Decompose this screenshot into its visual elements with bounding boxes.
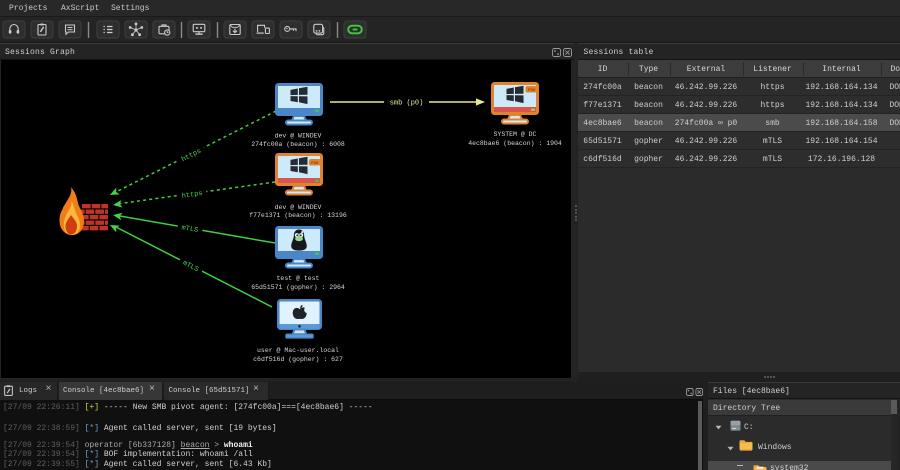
svg-text:user @ Mac-user.local: user @ Mac-user.local (257, 347, 339, 354)
svg-text:274fc00a (beacon) : 6008: 274fc00a (beacon) : 6008 (251, 141, 345, 148)
svg-text:test @ test: test @ test (277, 275, 320, 282)
svg-text:dev @ WINDEV: dev @ WINDEV (275, 132, 322, 139)
svg-text:4ec8bae6 (beacon) : 1904: 4ec8bae6 (beacon) : 1904 (468, 140, 562, 147)
svg-text:smb (p0): smb (p0) (390, 100, 424, 108)
svg-text:65d51571 (gopher) : 2964: 65d51571 (gopher) : 2964 (251, 284, 345, 291)
svg-text:P30: P30 (528, 89, 536, 93)
svg-text:dev @ WINDEV: dev @ WINDEV (275, 204, 322, 211)
svg-text:SYSTEM @ DC: SYSTEM @ DC (494, 131, 537, 138)
svg-text:f77e1371 (beacon) : 13196: f77e1371 (beacon) : 13196 (249, 212, 347, 219)
svg-text:c6df516d (gopher) : 627: c6df516d (gopher) : 627 (253, 356, 343, 363)
svg-text:P30: P30 (311, 162, 319, 166)
